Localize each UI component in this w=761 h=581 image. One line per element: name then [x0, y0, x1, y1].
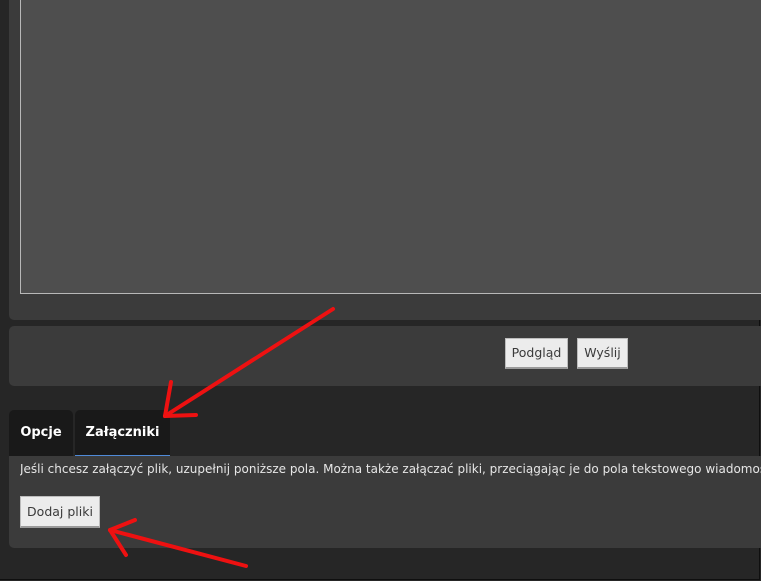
annotation-arrow-tab: [163, 307, 335, 418]
annotation-arrow-button: [108, 518, 248, 568]
annotation-overlay: [108, 307, 335, 568]
